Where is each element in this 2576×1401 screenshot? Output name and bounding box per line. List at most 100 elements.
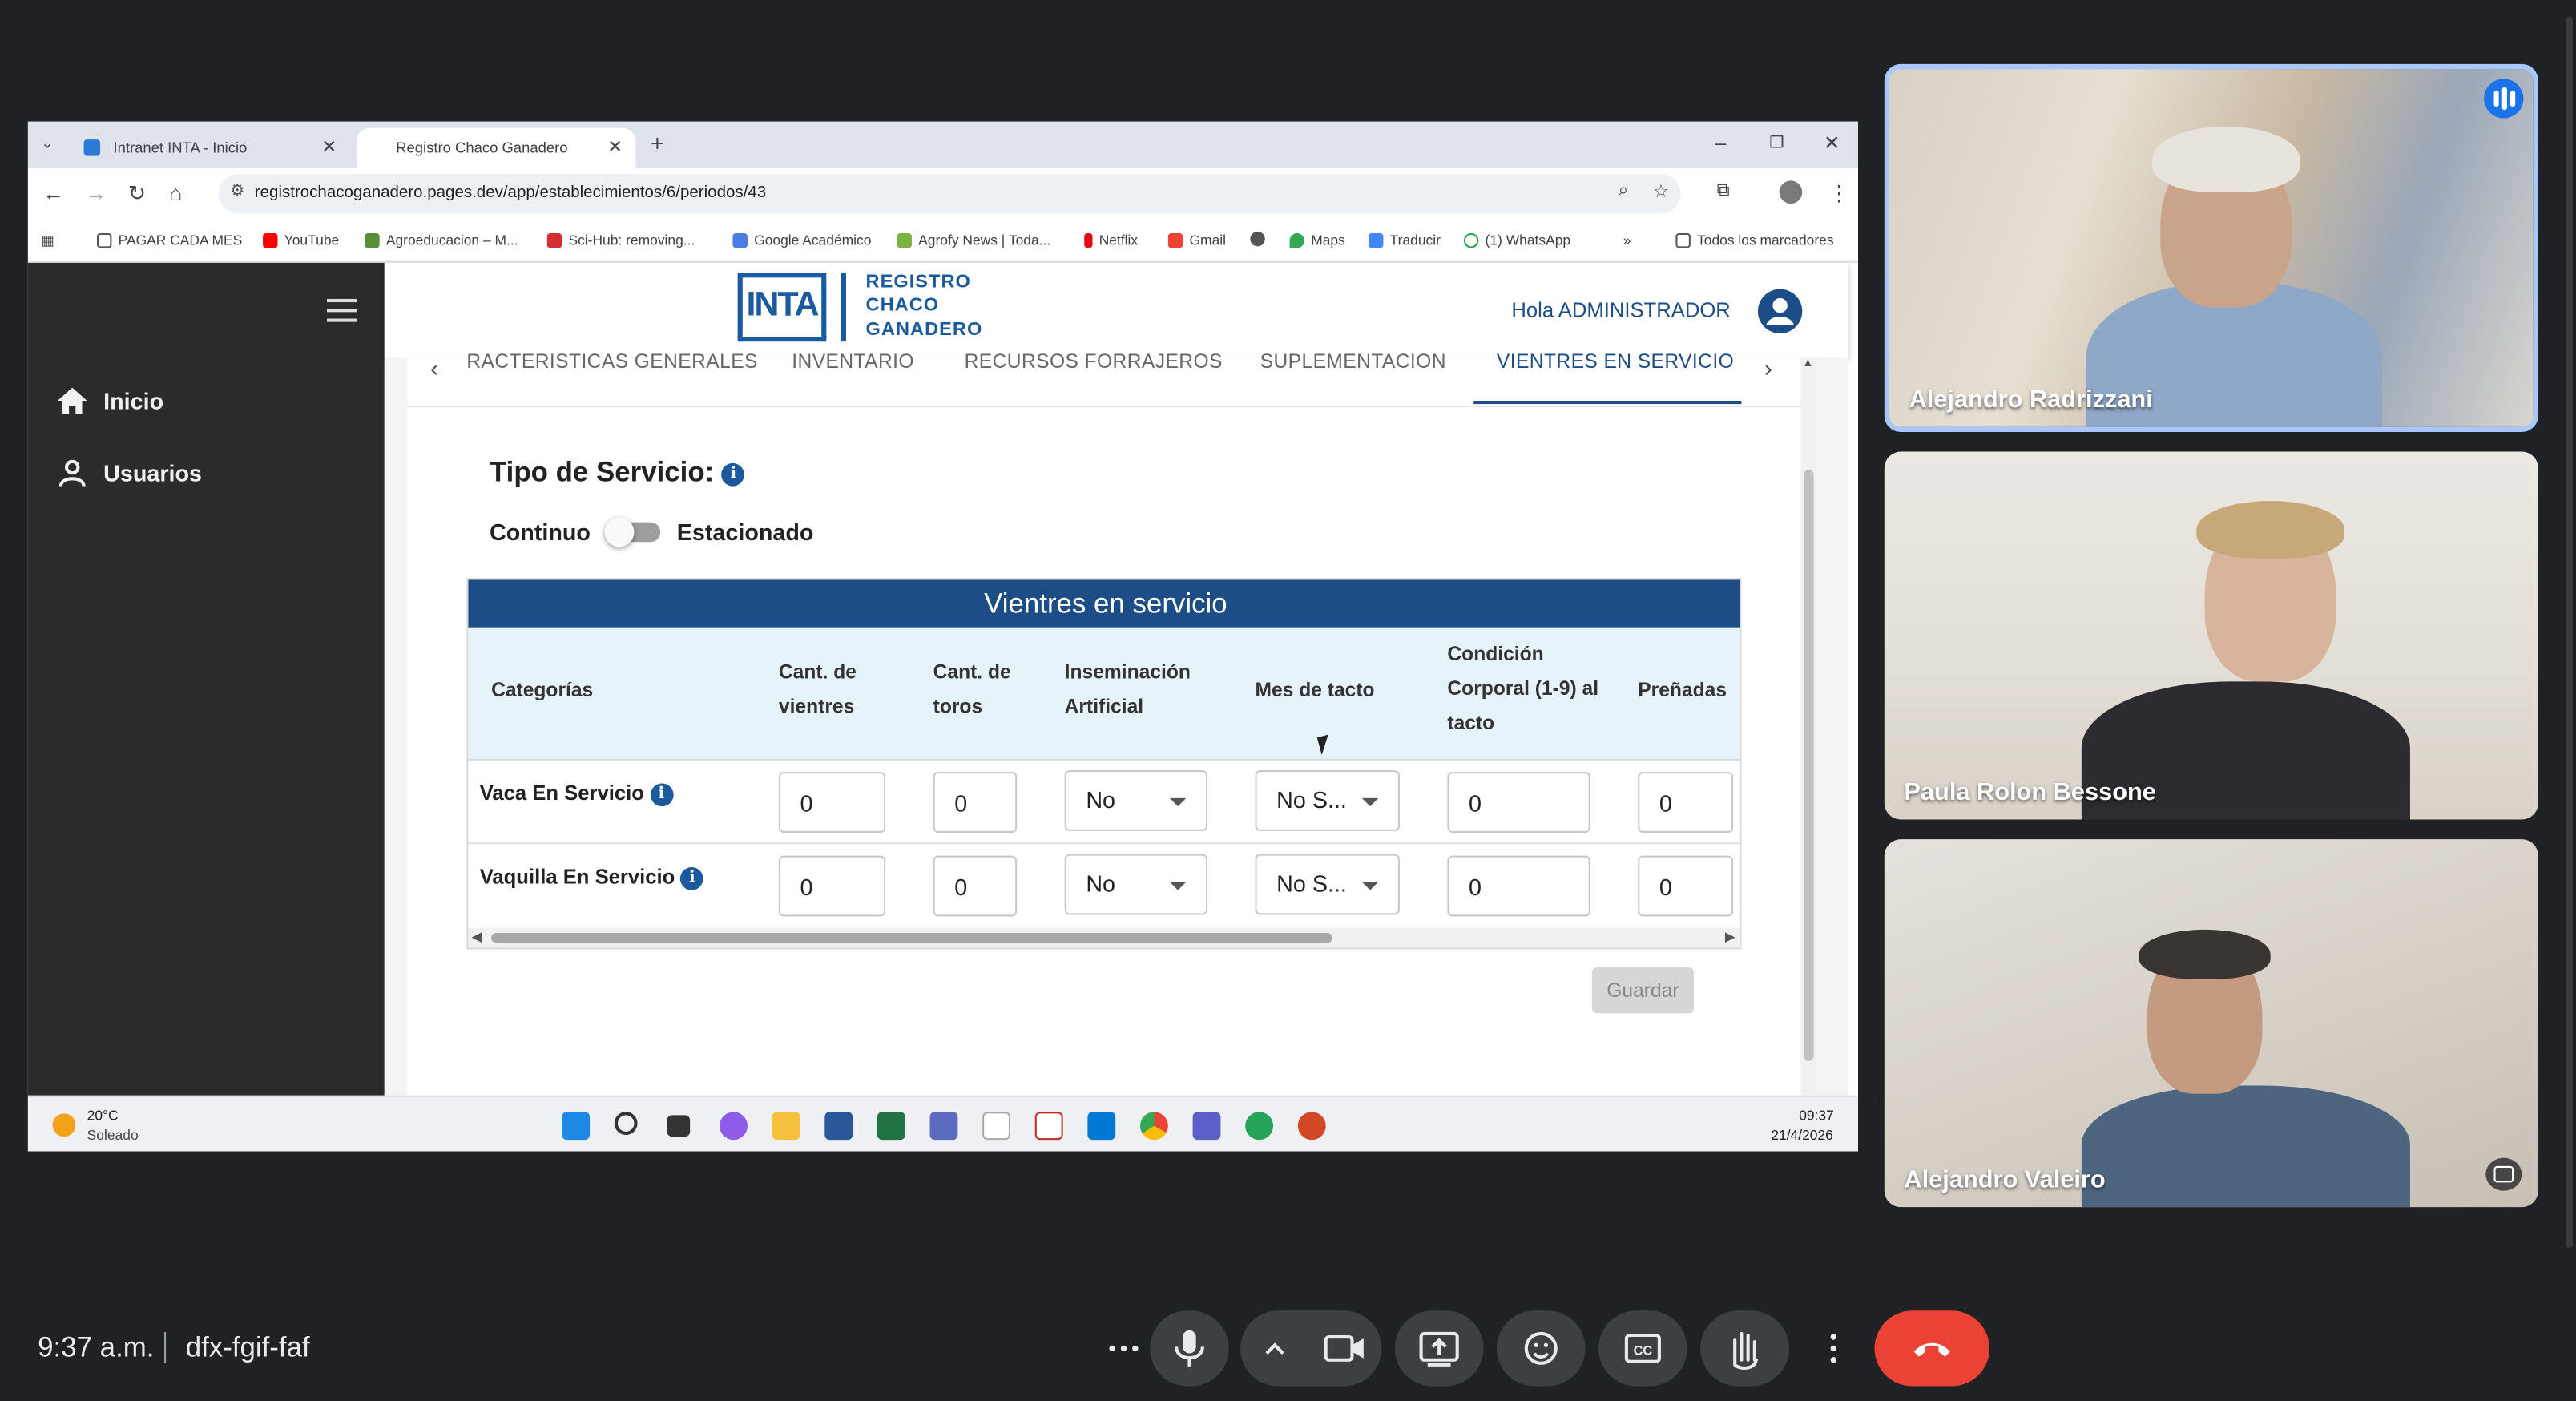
notepad-icon[interactable] (982, 1112, 1010, 1141)
bookmark-item[interactable]: Sci-Hub: removing... (546, 232, 695, 248)
tab-suplementacion[interactable]: SUPLEMENTACION (1260, 349, 1446, 373)
search-icon[interactable] (614, 1112, 638, 1135)
pdf-reader-icon[interactable] (1034, 1112, 1063, 1141)
user-account-icon[interactable] (1757, 289, 1803, 333)
toros-input[interactable]: 0 (933, 855, 1018, 917)
tab-caracteristicas-generales[interactable]: RACTERISTICAS GENERALES (466, 349, 758, 373)
vientres-input[interactable]: 0 (778, 855, 886, 917)
prenadas-input[interactable]: 0 (1638, 855, 1734, 917)
calculator-icon[interactable] (929, 1112, 958, 1141)
bookmark-item[interactable]: Agrofy News | Toda... (897, 232, 1050, 248)
bookmark-item[interactable]: Traducir (1368, 232, 1441, 248)
bookmark-item[interactable]: Google Académico (732, 232, 871, 248)
bookmark-item[interactable]: Maps (1289, 232, 1345, 248)
picture-in-picture-icon[interactable] (2485, 1157, 2522, 1191)
vientres-input[interactable]: 0 (778, 772, 886, 833)
prenadas-input[interactable]: 0 (1638, 772, 1734, 833)
more-actions-button[interactable] (1802, 1310, 1864, 1386)
zoom-icon[interactable]: ⌕ (1619, 180, 1629, 202)
sidebar-item-inicio[interactable]: Inicio (57, 387, 163, 414)
captions-button[interactable]: CC (1598, 1310, 1687, 1387)
sidebar-item-usuarios[interactable]: Usuarios (58, 459, 202, 487)
hamburger-menu-icon[interactable] (327, 298, 357, 329)
info-icon[interactable]: i (721, 462, 745, 486)
table-horizontal-scrollbar[interactable]: ◀ ▶ (468, 927, 1740, 948)
scroll-up-arrow-icon[interactable]: ▲ (1802, 358, 1813, 369)
more-bookmarks-icon[interactable]: » (1623, 232, 1631, 248)
mes-tacto-select[interactable]: No S... (1255, 854, 1400, 915)
close-tab-icon[interactable]: ✕ (607, 136, 623, 158)
bookmark-item[interactable]: Netflix (1084, 232, 1138, 248)
service-type-toggle[interactable] (604, 517, 661, 547)
task-view-icon[interactable] (667, 1115, 691, 1137)
browser-menu-icon[interactable]: ⋮ (1828, 180, 1850, 207)
bookmark-item[interactable]: (1) WhatsApp (1463, 232, 1570, 248)
participant-tile[interactable]: Paula Rolon Bessone (1884, 451, 2538, 820)
whatsapp-icon[interactable] (1245, 1112, 1274, 1141)
present-screen-button[interactable] (1394, 1310, 1484, 1387)
toros-input[interactable]: 0 (933, 772, 1018, 833)
home-icon[interactable]: ⌂ (169, 180, 182, 205)
excel-icon[interactable] (877, 1112, 905, 1141)
camera-button[interactable] (1240, 1310, 1382, 1387)
info-icon[interactable]: i (650, 782, 673, 806)
window-close-icon[interactable]: ✕ (1824, 131, 1840, 155)
close-tab-icon[interactable]: ✕ (321, 136, 337, 158)
leave-call-button[interactable] (1874, 1310, 1990, 1387)
forward-icon[interactable]: → (86, 180, 107, 205)
tab-vientres-en-servicio[interactable]: VIENTRES EN SERVICIO (1497, 349, 1734, 373)
scrollbar-thumb[interactable] (1804, 470, 1814, 1061)
condicion-input[interactable]: 0 (1447, 855, 1590, 917)
teams-icon[interactable] (1192, 1112, 1221, 1141)
file-explorer-icon[interactable] (772, 1112, 800, 1141)
all-bookmarks-folder[interactable]: Todos los marcadores (1675, 232, 1834, 248)
window-scrollbar[interactable] (2562, 0, 2576, 1401)
profile-avatar-icon[interactable] (1779, 180, 1803, 204)
bookmark-item[interactable]: YouTube (263, 232, 339, 248)
back-icon[interactable]: ← (42, 180, 64, 205)
card-vertical-scrollbar[interactable]: ▲ (1800, 357, 1817, 1096)
bookmark-item[interactable]: Agroeducacion – M... (365, 232, 518, 248)
url-field[interactable]: ⚙ registrochacoganadero.pages.dev/app/es… (218, 174, 1681, 214)
restore-icon[interactable]: ❐ (1769, 135, 1784, 153)
scrollbar-thumb[interactable] (2566, 16, 2573, 1249)
info-icon[interactable]: i (680, 866, 704, 890)
outlook-icon[interactable] (1087, 1112, 1116, 1141)
participant-tile[interactable]: Alejandro Valeiro (1884, 839, 2538, 1208)
tabs-scroll-right-icon[interactable]: › (1764, 355, 1772, 382)
chrome-icon[interactable] (1139, 1112, 1168, 1141)
browser-tab-intranet[interactable]: Intranet INTA - Inicio ✕ (67, 128, 350, 168)
scroll-left-arrow-icon[interactable]: ◀ (471, 930, 482, 944)
chevron-up-icon[interactable] (1240, 1310, 1306, 1386)
tabs-scroll-left-icon[interactable]: ‹ (430, 355, 438, 382)
mes-tacto-select[interactable]: No S... (1255, 770, 1400, 831)
bookmark-item[interactable]: Gmail (1167, 232, 1226, 248)
minimize-icon[interactable]: – (1715, 131, 1727, 155)
bookmark-star-icon[interactable]: ☆ (1653, 180, 1669, 202)
windows-start-icon[interactable] (562, 1112, 591, 1141)
tab-inventario[interactable]: INVENTARIO (792, 349, 914, 373)
site-info-icon[interactable]: ⚙ (230, 182, 244, 200)
globe-bookmark-icon[interactable] (1250, 231, 1272, 247)
copilot-icon[interactable] (720, 1112, 748, 1141)
guardar-button[interactable]: Guardar (1591, 967, 1694, 1014)
scroll-right-arrow-icon[interactable]: ▶ (1725, 930, 1735, 944)
browser-tab-registro[interactable]: Registro Chaco Ganadero ✕ (356, 127, 636, 168)
bookmark-item[interactable]: PAGAR CADA MES (96, 232, 242, 248)
extensions-icon[interactable]: ⧉ (1717, 180, 1730, 202)
reactions-button[interactable] (1496, 1310, 1586, 1387)
powerpoint-icon[interactable] (1297, 1112, 1326, 1141)
apps-grid-icon[interactable]: ▦ (41, 232, 54, 250)
inseminacion-select[interactable]: No (1064, 854, 1208, 915)
new-tab-icon[interactable]: + (651, 130, 664, 156)
tab-recursos-forrajeros[interactable]: RECURSOS FORRAJEROS (965, 349, 1223, 373)
word-icon[interactable] (824, 1112, 853, 1141)
inseminacion-select[interactable]: No (1064, 770, 1208, 831)
reload-icon[interactable]: ↻ (128, 180, 146, 207)
participant-tile[interactable]: Alejandro Radrizzani (1884, 63, 2538, 432)
scrollbar-thumb[interactable] (491, 932, 1332, 943)
raise-hand-button[interactable] (1700, 1310, 1789, 1387)
tab-list-icon[interactable]: ⌄ (41, 135, 53, 153)
condicion-input[interactable]: 0 (1447, 772, 1590, 833)
microphone-button[interactable] (1150, 1310, 1229, 1387)
